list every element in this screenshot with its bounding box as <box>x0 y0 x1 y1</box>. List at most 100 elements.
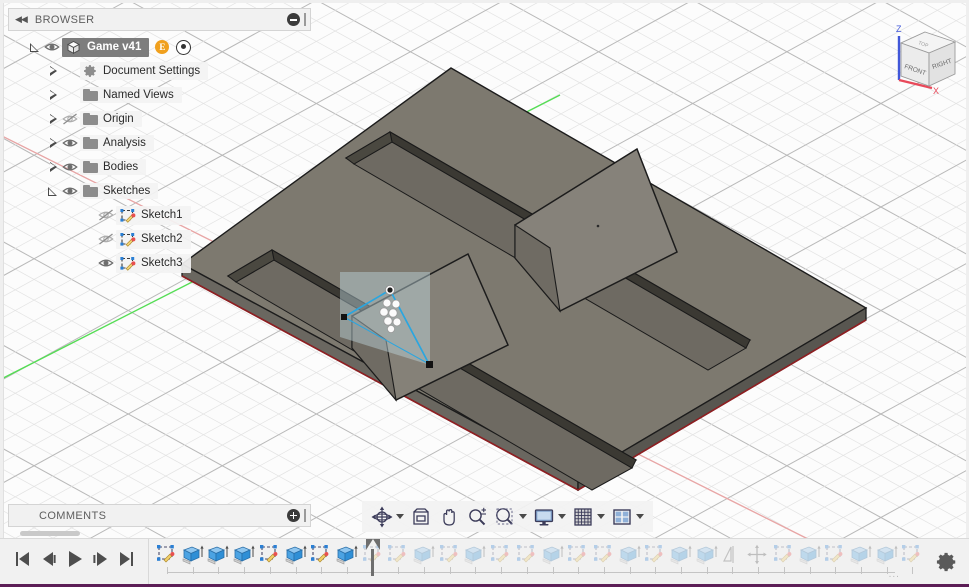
timeline-feature-extrude[interactable] <box>232 544 256 566</box>
chevron-down-icon[interactable] <box>396 514 404 519</box>
expand-collapse-arrow[interactable] <box>46 64 60 78</box>
go-to-beginning-button[interactable] <box>10 547 36 577</box>
timeline-feature-extrude[interactable] <box>335 544 359 566</box>
chevron-down-icon[interactable] <box>636 514 644 519</box>
browser-node-document-settings[interactable]: Document Settings <box>8 59 311 83</box>
browser-node-sketches[interactable]: Sketches <box>8 179 311 203</box>
browser-node-analysis[interactable]: Analysis <box>8 131 311 155</box>
timeline-feature-sketch[interactable] <box>823 544 847 566</box>
browser-node-sketch2[interactable]: Sketch2 <box>8 227 311 251</box>
node-row-pill[interactable]: Sketch3 <box>116 253 191 273</box>
component-badge-icon[interactable]: E <box>155 40 170 54</box>
browser-node-named-views[interactable]: Named Views <box>8 83 311 107</box>
timeline-feature-extrude[interactable] <box>669 544 693 566</box>
timeline-feature-extrude[interactable] <box>798 544 822 566</box>
viewports[interactable] <box>608 501 647 532</box>
timeline-feature-sketch[interactable] <box>592 544 616 566</box>
play-button[interactable] <box>62 547 88 577</box>
pan-tool[interactable] <box>435 501 463 532</box>
comments-panel[interactable]: COMMENTS <box>8 504 311 527</box>
timeline-feature-sketch[interactable] <box>438 544 462 566</box>
timeline-feature-sketch[interactable] <box>309 544 333 566</box>
chevron-down-icon[interactable] <box>519 514 527 519</box>
timeline-feature-sketch[interactable] <box>258 544 282 566</box>
browser-panel-header[interactable]: ◀◀ BROWSER <box>8 8 311 31</box>
timeline-feature-extrude[interactable] <box>412 544 436 566</box>
timeline-feature-extrude[interactable] <box>181 544 205 566</box>
timeline-feature-sketch[interactable] <box>772 544 796 566</box>
expand-collapse-arrow[interactable] <box>46 88 60 102</box>
activate-component-icon[interactable] <box>176 39 192 55</box>
visibility-eye-hidden-icon[interactable] <box>60 111 80 127</box>
timeline-playback-controls[interactable] <box>0 538 149 585</box>
timeline-feature-extrude[interactable] <box>849 544 873 566</box>
timeline-feature-sketch[interactable] <box>566 544 590 566</box>
node-row-pill[interactable]: Named Views <box>80 87 182 103</box>
browser-node-bodies[interactable]: Bodies <box>8 155 311 179</box>
comments-resize-grip[interactable] <box>304 509 306 522</box>
visibility-eye-icon[interactable] <box>60 183 80 199</box>
timeline-feature-move[interactable] <box>746 544 770 566</box>
panel-resize-grip[interactable] <box>304 13 306 26</box>
3d-viewport[interactable]: Z X FRONT RIGHT TOP ◀◀ BROWSER Game v41 … <box>0 0 969 538</box>
go-to-end-button[interactable] <box>114 547 140 577</box>
add-comment-plus-icon[interactable] <box>287 509 300 522</box>
timeline-feature-sketch[interactable] <box>515 544 539 566</box>
visibility-eye-icon[interactable] <box>60 135 80 151</box>
timeline-feature-mirror[interactable] <box>720 544 744 566</box>
fit-tool[interactable] <box>491 501 530 532</box>
timeline-playhead[interactable] <box>365 538 380 576</box>
node-row-pill[interactable]: Bodies <box>80 159 147 175</box>
browser-horizontal-scrollbar[interactable] <box>20 531 80 536</box>
expand-collapse-arrow[interactable] <box>28 40 42 54</box>
timeline-feature-sketch[interactable] <box>643 544 667 566</box>
node-row-pill[interactable]: Sketch2 <box>116 229 191 249</box>
timeline-feature-extrude[interactable] <box>463 544 487 566</box>
browser-panel[interactable]: ◀◀ BROWSER Game v41 E Document Settings … <box>8 8 311 275</box>
browser-tree[interactable]: Game v41 E Document Settings Named Views O… <box>8 31 311 275</box>
chevron-down-icon[interactable] <box>558 514 566 519</box>
timeline-feature-extrude[interactable] <box>695 544 719 566</box>
timeline-feature-extrude[interactable] <box>284 544 308 566</box>
timeline-feature-extrude[interactable] <box>618 544 642 566</box>
timeline-feature-sketch[interactable] <box>386 544 410 566</box>
view-navigation-bar[interactable] <box>362 501 653 532</box>
display-settings[interactable] <box>530 501 569 532</box>
minimize-icon[interactable] <box>287 13 300 26</box>
timeline-feature-extrude[interactable] <box>541 544 565 566</box>
timeline-track[interactable]: ... <box>149 538 925 585</box>
zoom-tool[interactable] <box>463 501 491 532</box>
node-row-pill[interactable]: Document Settings <box>80 62 209 80</box>
step-forward-button[interactable] <box>88 547 114 577</box>
node-row-pill[interactable]: Analysis <box>80 135 154 151</box>
timeline-feature-extrude[interactable] <box>875 544 899 566</box>
node-row-pill[interactable]: Sketch1 <box>116 205 191 225</box>
expand-collapse-arrow[interactable] <box>46 112 60 126</box>
timeline-feature-sketch[interactable] <box>489 544 513 566</box>
timeline-bar[interactable]: ... <box>0 538 969 585</box>
root-row-pill[interactable]: Game v41 <box>62 37 150 57</box>
browser-node-origin[interactable]: Origin <box>8 107 311 131</box>
chevron-down-icon[interactable] <box>597 514 605 519</box>
browser-node-sketch3[interactable]: Sketch3 <box>8 251 311 275</box>
look-at-tool[interactable] <box>407 501 435 532</box>
timeline-settings-button[interactable] <box>925 539 969 585</box>
visibility-eye-icon[interactable] <box>42 39 62 55</box>
visibility-eye-hidden-icon[interactable] <box>96 231 116 247</box>
node-row-pill[interactable]: Sketches <box>80 183 159 199</box>
node-row-pill[interactable]: Origin <box>80 111 142 127</box>
visibility-eye-hidden-icon[interactable] <box>96 207 116 223</box>
step-back-button[interactable] <box>36 547 62 577</box>
expand-collapse-arrow[interactable] <box>46 184 60 198</box>
visibility-eye-icon[interactable] <box>96 255 116 271</box>
collapse-left-arrows-icon[interactable]: ◀◀ <box>15 15 28 24</box>
browser-root-node[interactable]: Game v41 E <box>8 35 311 59</box>
timeline-feature-sketch[interactable] <box>900 544 924 566</box>
timeline-feature-extrude[interactable] <box>206 544 230 566</box>
browser-node-sketch1[interactable]: Sketch1 <box>8 203 311 227</box>
view-cube[interactable]: Z X FRONT RIGHT TOP <box>885 18 965 108</box>
expand-collapse-arrow[interactable] <box>46 136 60 150</box>
expand-collapse-arrow[interactable] <box>46 160 60 174</box>
visibility-eye-icon[interactable] <box>60 159 80 175</box>
orbit-tool[interactable] <box>368 501 407 532</box>
